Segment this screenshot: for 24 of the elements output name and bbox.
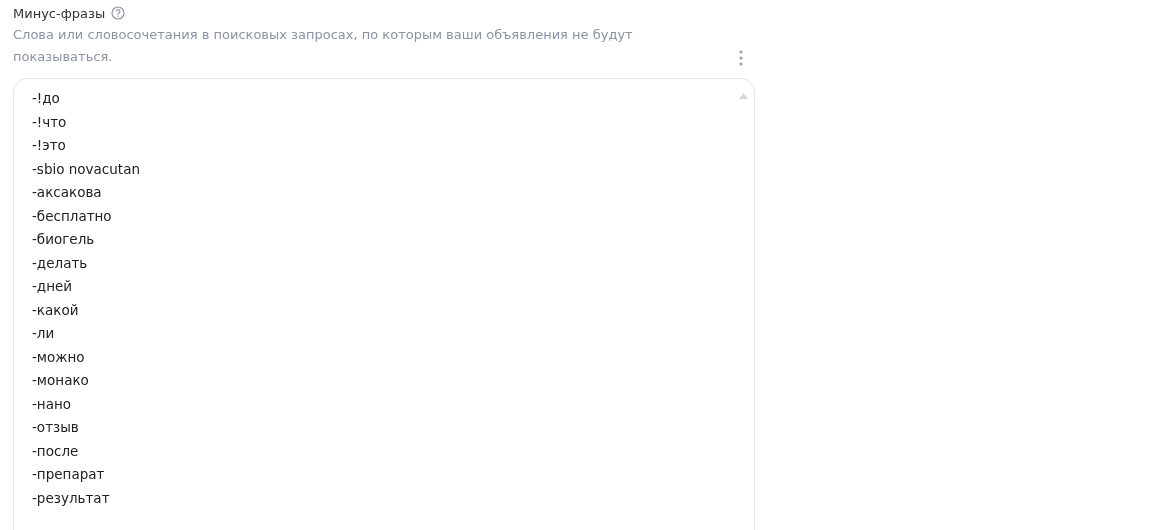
phrase-line: -бесплатно: [32, 206, 112, 226]
field-description: Слова или словосочетания в поисковых запросах, по которым ваши объявления не будут показываться.: [13, 26, 634, 66]
phrase-line: -монако: [32, 371, 89, 390]
phrase-line: -нано: [32, 394, 72, 414]
field-label: Минус-фразы: [13, 5, 106, 21]
scroll-up-icon[interactable]: [739, 93, 748, 99]
phrase-line: -можно: [32, 347, 85, 367]
phrase-line: -дней: [32, 277, 73, 296]
phrase-line: -делать: [32, 253, 88, 273]
phrase-line: -биогель: [32, 230, 95, 249]
phrase-line: -!это: [32, 136, 66, 155]
phrase-line: -после: [32, 441, 79, 461]
phrase-line: -!что: [32, 112, 67, 132]
phrase-line: -!до: [32, 89, 60, 108]
phrase-line: -sbio novacutan: [32, 159, 140, 179]
phrase-line: -какой: [32, 300, 79, 320]
phrase-line: -ли: [32, 324, 55, 343]
more-options-icon[interactable]: [739, 50, 743, 66]
phrase-line: -отзыв: [32, 418, 79, 437]
phrases-textarea[interactable]: -!до -!что -!это -sbio novacutan -аксакова -бесплатно -биогель -делать -дней -какой -ли -можно -монако -нано -отзыв -после -препарат -результат: [13, 78, 755, 530]
phrase-line: -аксакова: [32, 183, 102, 202]
phrase-line: -результат: [32, 488, 110, 508]
phrase-line: -препарат: [32, 465, 105, 484]
help-icon[interactable]: [111, 6, 126, 20]
